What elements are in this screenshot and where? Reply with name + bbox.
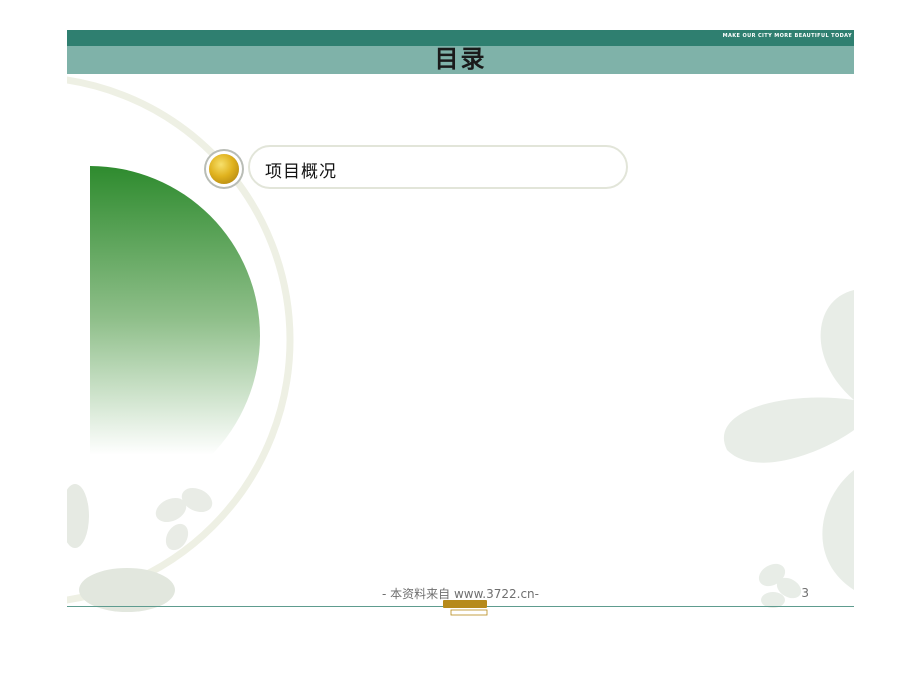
page-title: 目录: [434, 45, 487, 73]
company-logo: [431, 599, 488, 616]
green-half-circle-shape: [90, 166, 260, 506]
background-decoration: [67, 76, 854, 612]
toc-item[interactable]: 项目概况: [248, 145, 628, 189]
gold-bullet-icon: [209, 154, 239, 184]
page-number: 3: [801, 586, 809, 600]
flower-decoration-right: [723, 290, 854, 608]
slide: MAKE OUR CITY MORE BEAUTIFUL TODAY 目录 项目…: [67, 30, 854, 620]
toc-item-label: 项目概况: [265, 162, 337, 182]
